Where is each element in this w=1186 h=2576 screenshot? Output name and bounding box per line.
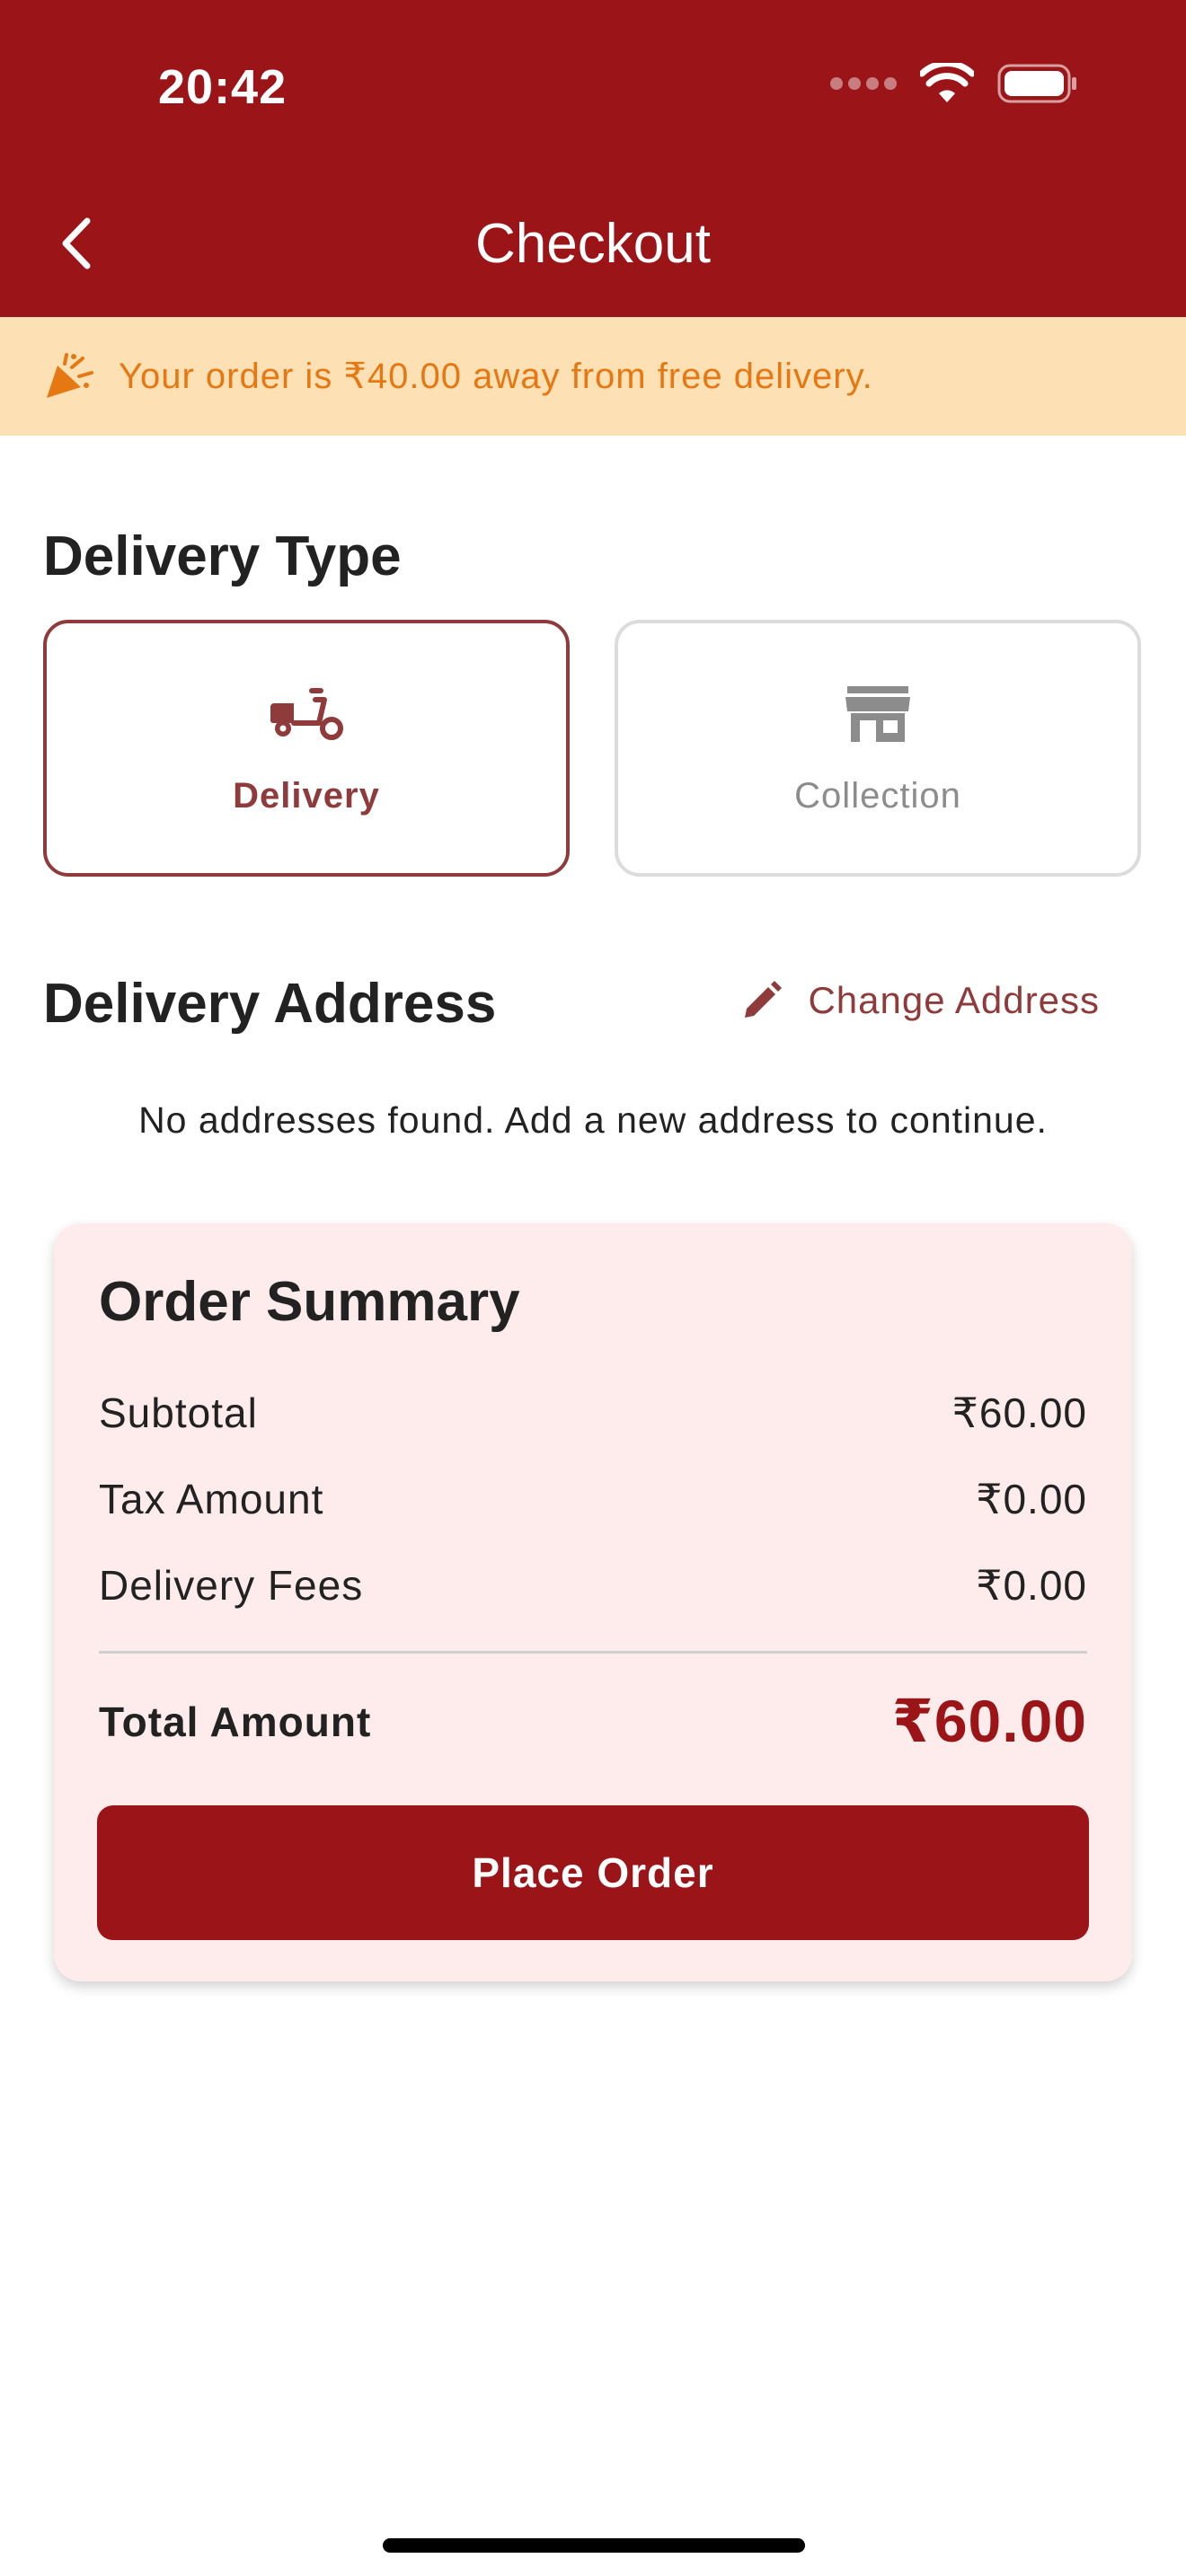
delivery-fees-row: Delivery Fees ₹0.00 (99, 1561, 1087, 1610)
tax-amount-label: Tax Amount (99, 1476, 324, 1522)
page-title: Checkout (475, 213, 711, 275)
battery-icon (997, 64, 1076, 103)
pencil-icon (745, 981, 783, 1018)
store-icon (844, 683, 912, 745)
status-icons (830, 63, 1078, 104)
order-summary-title: Order Summary (99, 1271, 520, 1333)
delivery-option-label: Delivery (233, 776, 380, 816)
total-amount-label: Total Amount (99, 1698, 372, 1745)
delivery-fees-label: Delivery Fees (99, 1562, 364, 1609)
checkout-screen: 20:42 Checkout Your order is ₹40.00 away… (0, 0, 1186, 2576)
delivery-option-card[interactable]: Delivery (43, 620, 570, 877)
delivery-type-heading: Delivery Type (43, 525, 402, 587)
home-indicator (383, 2538, 805, 2553)
scooter-icon (269, 683, 344, 745)
app-header: 20:42 Checkout (0, 0, 1186, 317)
collection-option-card[interactable]: Collection (615, 620, 1141, 877)
no-address-message: No addresses found. Add a new address to… (138, 1099, 1048, 1141)
status-time: 20:42 (158, 60, 288, 114)
subtotal-value: ₹60.00 (951, 1389, 1087, 1436)
free-delivery-message: Your order is ₹40.00 away from free deli… (119, 357, 873, 396)
tax-amount-value: ₹0.00 (976, 1476, 1087, 1522)
total-amount-row: Total Amount ₹60.00 (99, 1687, 1087, 1756)
subtotal-label: Subtotal (99, 1389, 258, 1436)
collection-option-label: Collection (794, 776, 961, 816)
order-summary-card: Order Summary Subtotal ₹60.00 Tax Amount… (54, 1223, 1132, 1981)
change-address-label: Change Address (808, 979, 1100, 1021)
wifi-icon (920, 63, 974, 102)
summary-divider (99, 1651, 1087, 1654)
party-popper-icon (47, 353, 93, 398)
subtotal-row: Subtotal ₹60.00 (99, 1389, 1087, 1437)
delivery-fees-value: ₹0.00 (976, 1562, 1087, 1609)
total-amount-value: ₹60.00 (891, 1688, 1087, 1754)
free-delivery-banner: Your order is ₹40.00 away from free deli… (0, 317, 1186, 436)
cellular-signal-icon (830, 77, 897, 90)
delivery-address-heading: Delivery Address (43, 973, 497, 1035)
change-address-button[interactable]: Change Address (741, 979, 1100, 1022)
place-order-button[interactable]: Place Order (97, 1805, 1089, 1940)
tax-amount-row: Tax Amount ₹0.00 (99, 1475, 1087, 1523)
